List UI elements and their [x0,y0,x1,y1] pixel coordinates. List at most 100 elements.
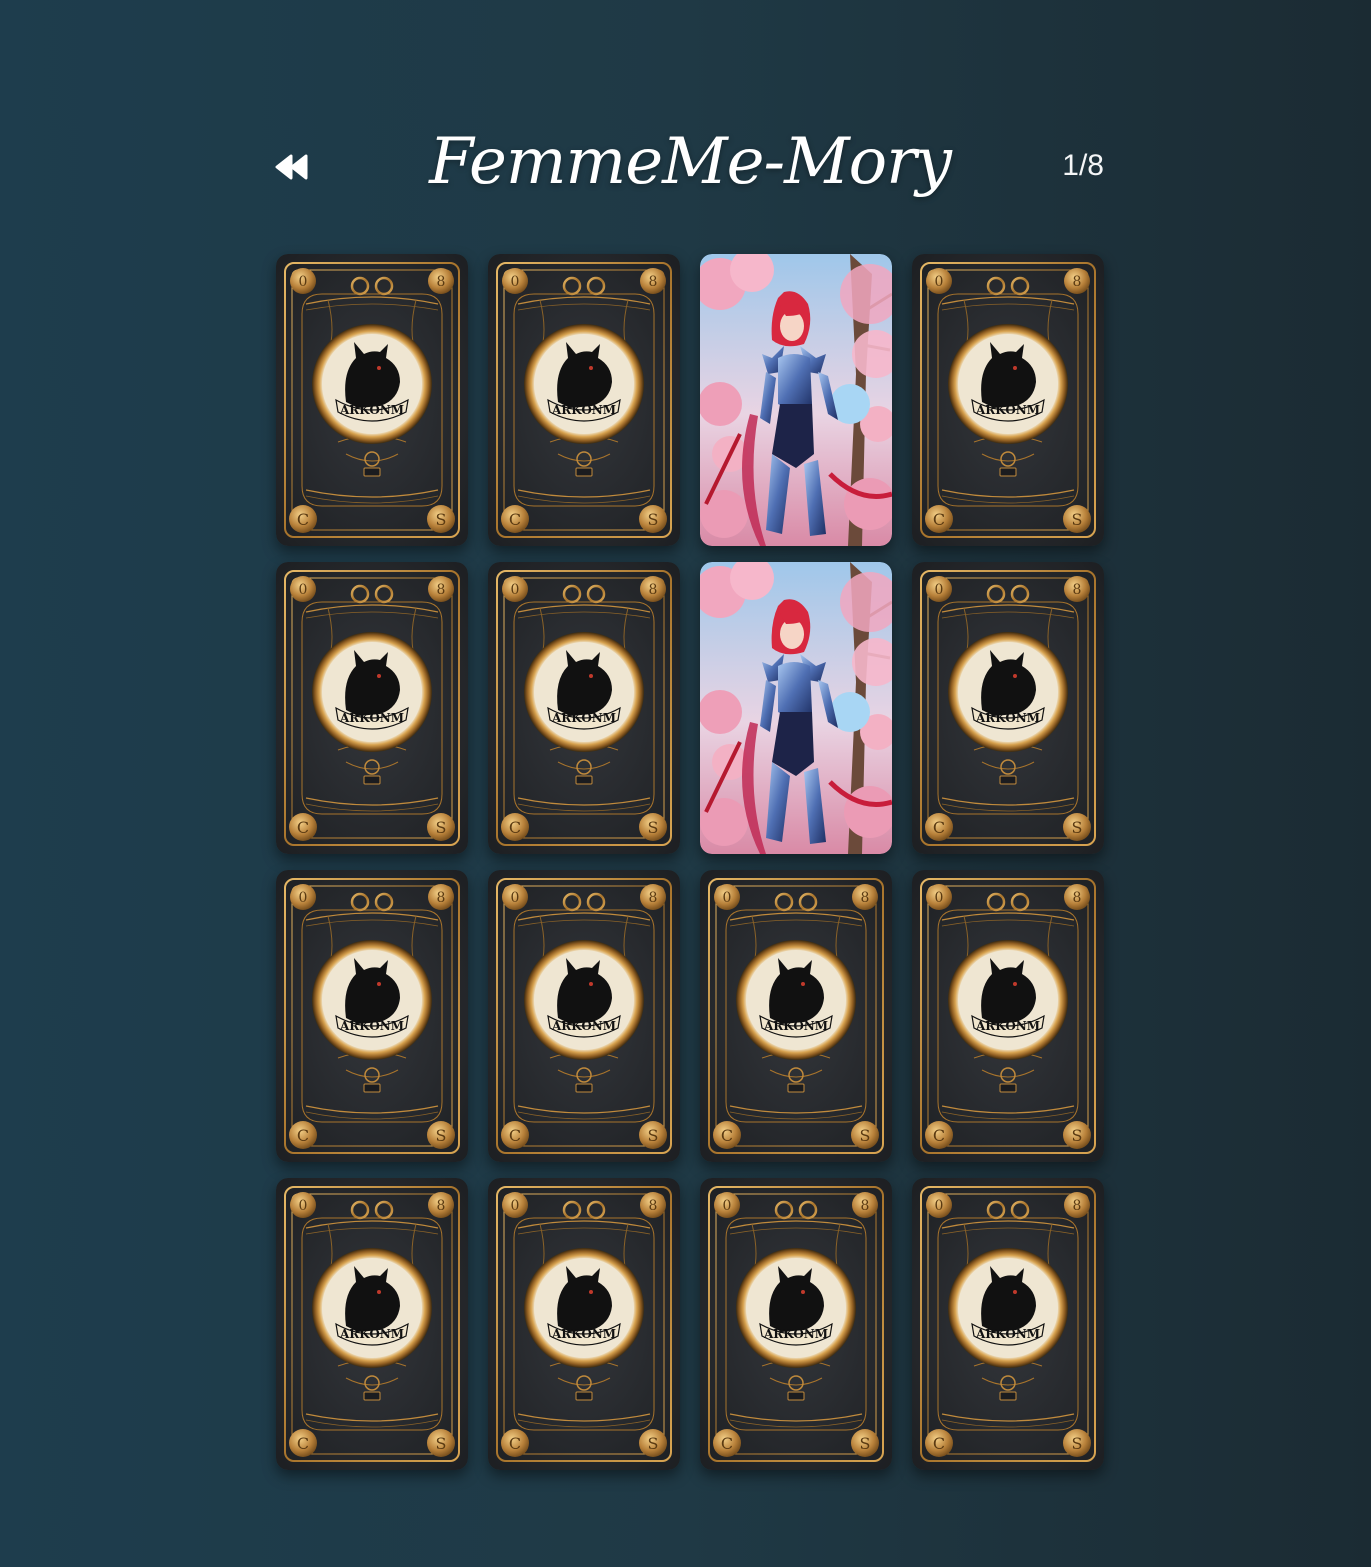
card-back-design: 0 8 C S ARKONM [488,1178,680,1470]
card-back-logo-text: ARKONM [763,1327,828,1341]
character-image [700,562,892,854]
card-back-design: 0 8 C S ARKONM [700,870,892,1162]
svg-text:C: C [509,1434,521,1453]
svg-text:8: 8 [649,274,658,290]
svg-text:S: S [860,1126,871,1145]
svg-text:0: 0 [511,274,520,290]
svg-text:S: S [1072,510,1083,529]
svg-text:C: C [509,510,521,529]
svg-text:C: C [297,510,309,529]
svg-text:S: S [648,1434,659,1453]
card-face-down[interactable]: 0 8 C S ARKONM [488,254,680,546]
card-back-logo-text: ARKONM [551,1019,616,1033]
svg-text:S: S [860,1434,871,1453]
card-face-down[interactable]: 0 8 C S ARKONM [700,1178,892,1470]
svg-text:0: 0 [299,1198,308,1214]
svg-text:S: S [436,1126,447,1145]
svg-text:S: S [648,510,659,529]
svg-text:C: C [933,510,945,529]
card-face-down[interactable]: 0 8 C S ARKONM [276,562,468,854]
card-face-down[interactable]: 0 8 C S ARKONM [276,254,468,546]
svg-text:C: C [721,1126,733,1145]
card-face-up[interactable] [700,254,892,546]
card-back-logo-text: ARKONM [551,1327,616,1341]
card-back-design: 0 8 C S ARKONM [912,1178,1104,1470]
card-face-down[interactable]: 0 8 C S ARKONM [912,1178,1104,1470]
card-back-design: 0 8 C S ARKONM [488,562,680,854]
svg-text:S: S [648,1126,659,1145]
svg-text:C: C [297,1434,309,1453]
card-back-logo-text: ARKONM [975,711,1040,725]
svg-text:S: S [1072,1126,1083,1145]
svg-text:S: S [648,818,659,837]
svg-text:8: 8 [649,890,658,906]
svg-text:C: C [297,818,309,837]
character-image [700,254,892,546]
svg-text:S: S [436,1434,447,1453]
card-back-design: 0 8 C S ARKONM [276,562,468,854]
svg-text:8: 8 [437,582,446,598]
svg-text:8: 8 [1073,274,1082,290]
svg-text:0: 0 [723,890,732,906]
svg-text:C: C [721,1434,733,1453]
card-back-design: 0 8 C S ARKONM [912,254,1104,546]
svg-text:8: 8 [1073,890,1082,906]
card-face-down[interactable]: 0 8 C S ARKONM [276,870,468,1162]
game-header: FemmeMe-Mory 1/8 [270,110,1110,220]
svg-text:8: 8 [649,582,658,598]
pairs-progress: 1/8 [1062,149,1104,182]
card-back-design: 0 8 C S ARKONM [488,254,680,546]
svg-text:0: 0 [511,582,520,598]
svg-text:8: 8 [1073,1198,1082,1214]
svg-text:8: 8 [437,890,446,906]
svg-text:C: C [933,818,945,837]
svg-text:8: 8 [437,1198,446,1214]
card-back-logo-text: ARKONM [763,1019,828,1033]
card-face-down[interactable]: 0 8 C S ARKONM [488,562,680,854]
card-back-design: 0 8 C S ARKONM [276,870,468,1162]
svg-text:0: 0 [935,582,944,598]
card-face-down[interactable]: 0 8 C S ARKONM [276,1178,468,1470]
card-face-down[interactable]: 0 8 C S ARKONM [912,870,1104,1162]
svg-text:S: S [436,510,447,529]
svg-text:C: C [933,1126,945,1145]
game-title: FemmeMe-Mory [429,125,952,199]
card-back-design: 0 8 C S ARKONM [912,562,1104,854]
svg-text:C: C [933,1434,945,1453]
svg-text:S: S [1072,818,1083,837]
card-face-down[interactable]: 0 8 C S ARKONM [912,562,1104,854]
svg-text:S: S [1072,1434,1083,1453]
svg-text:8: 8 [437,274,446,290]
svg-text:0: 0 [299,890,308,906]
svg-text:0: 0 [511,1198,520,1214]
card-back-design: 0 8 C S ARKONM [276,1178,468,1470]
card-back-logo-text: ARKONM [975,1327,1040,1341]
svg-text:8: 8 [861,1198,870,1214]
card-back-logo-text: ARKONM [975,1019,1040,1033]
svg-text:8: 8 [861,890,870,906]
card-back-design: 0 8 C S ARKONM [700,1178,892,1470]
card-face-down[interactable]: 0 8 C S ARKONM [488,870,680,1162]
svg-text:0: 0 [511,890,520,906]
card-back-logo-text: ARKONM [339,1019,404,1033]
card-face-down[interactable]: 0 8 C S ARKONM [700,870,892,1162]
card-face-up[interactable] [700,562,892,854]
svg-text:0: 0 [935,890,944,906]
svg-text:S: S [436,818,447,837]
svg-text:C: C [297,1126,309,1145]
svg-text:0: 0 [299,582,308,598]
svg-text:C: C [509,818,521,837]
svg-text:0: 0 [935,274,944,290]
card-face-down[interactable]: 0 8 C S ARKONM [912,254,1104,546]
card-back-design: 0 8 C S ARKONM [488,870,680,1162]
svg-text:8: 8 [1073,582,1082,598]
card-face-down[interactable]: 0 8 C S ARKONM [488,1178,680,1470]
card-back-logo-text: ARKONM [975,403,1040,417]
card-back-logo-text: ARKONM [339,403,404,417]
card-back-logo-text: ARKONM [339,711,404,725]
card-back-design: 0 8 C S ARKONM [276,254,468,546]
card-back-logo-text: ARKONM [339,1327,404,1341]
svg-text:0: 0 [299,274,308,290]
card-back-logo-text: ARKONM [551,403,616,417]
card-grid: 0 8 C S ARKONM 0 8 C S ARKONM 0 8 C S AR… [276,254,1104,1470]
